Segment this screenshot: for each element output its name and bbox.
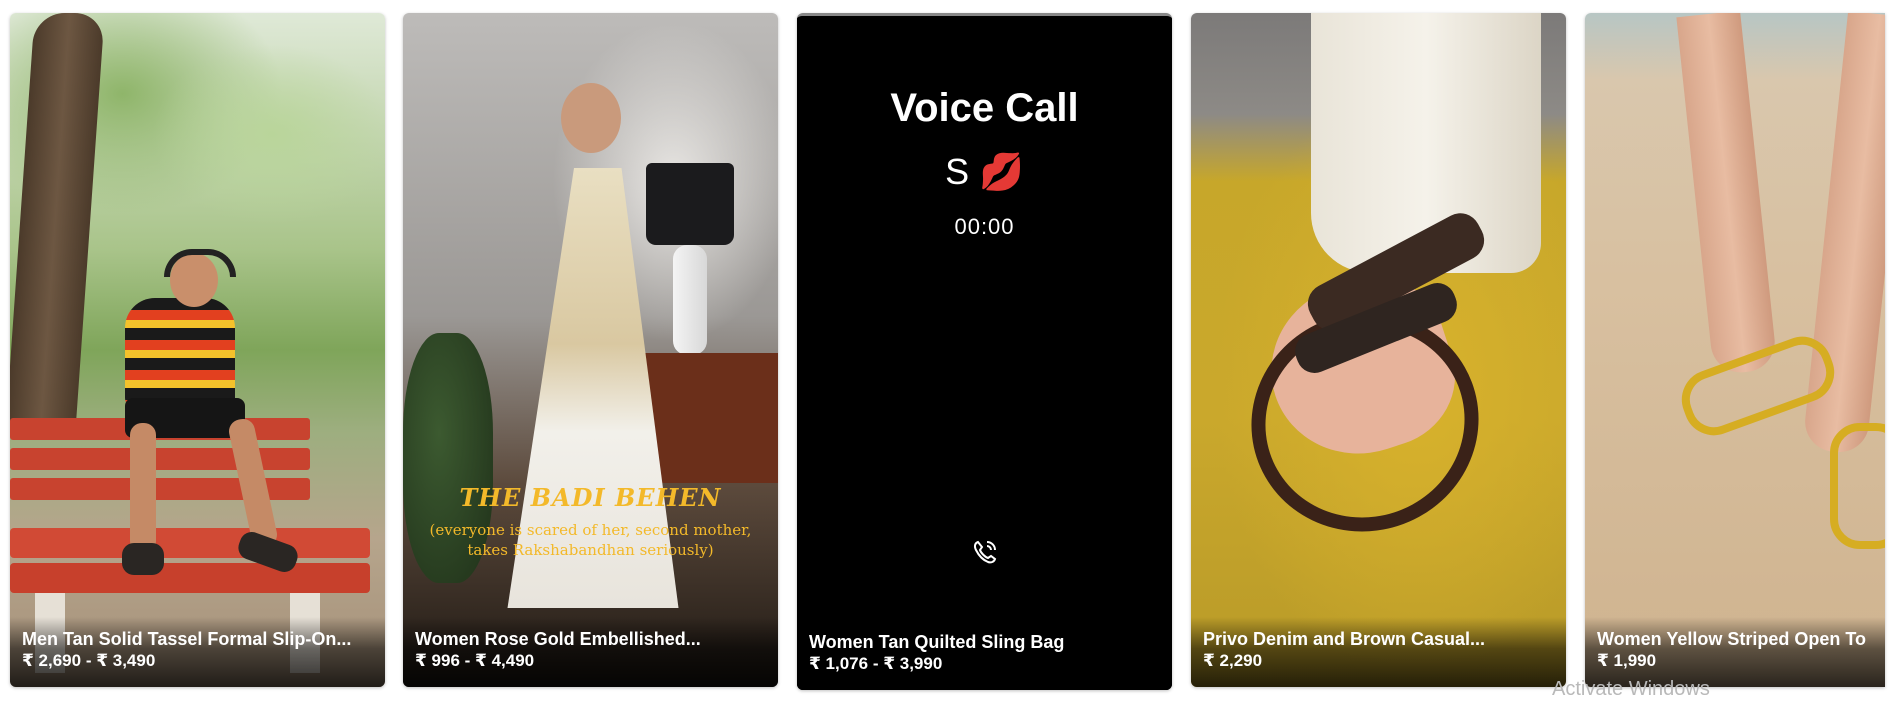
product-card-women-yellow-striped[interactable]: Women Yellow Striped Open To ₹ 1,990 [1585, 13, 1885, 687]
product-title: Privo Denim and Brown Casual... [1203, 629, 1486, 649]
slipper-shape [122, 543, 164, 575]
tree-trunk-shape [10, 13, 105, 433]
person-head-shape [561, 83, 621, 153]
product-title: Women Rose Gold Embellished... [415, 629, 701, 649]
activate-windows-watermark: Activate Windows [1552, 678, 1710, 700]
product-video-thumbnail: THE BADI BEHEN (everyone is scared of he… [403, 13, 778, 687]
product-price: ₹ 996 - ₹ 4,490 [415, 651, 535, 670]
headphones-icon [164, 249, 236, 277]
product-video-thumbnail [1585, 13, 1885, 687]
product-price: ₹ 2,690 - ₹ 3,490 [22, 651, 156, 670]
product-price: ₹ 1,990 [1597, 651, 1657, 670]
bench-seat-shape [10, 528, 370, 558]
person-leg-shape [1676, 13, 1778, 376]
product-price: ₹ 1,076 - ₹ 3,990 [809, 654, 943, 673]
video-overlay-headline: THE BADI BEHEN [459, 483, 722, 512]
product-video-thumbnail [10, 13, 385, 687]
product-card-men-slip-on[interactable]: Men Tan Solid Tassel Formal Slip-On... ₹… [10, 13, 385, 687]
product-title: Women Tan Quilted Sling Bag [809, 632, 1065, 652]
product-video-thumbnail [1191, 13, 1566, 687]
person-shirt-shape [125, 298, 235, 408]
call-title: Voice Call [890, 86, 1079, 130]
product-card-women-rose-gold[interactable]: THE BADI BEHEN (everyone is scared of he… [403, 13, 778, 687]
product-title: Women Yellow Striped Open To [1597, 629, 1867, 649]
bench-seat-shape [10, 563, 370, 593]
lamp-base-shape [673, 245, 707, 355]
product-video-thumbnail: Voice Call S 💋 00:00 [797, 16, 1172, 690]
call-timer: 00:00 [954, 214, 1015, 239]
phone-call-icon [969, 536, 1001, 568]
product-video-carousel: Men Tan Solid Tassel Formal Slip-On... ₹… [0, 0, 1896, 695]
product-title: Men Tan Solid Tassel Formal Slip-On... [22, 629, 352, 649]
video-overlay-subtitle: (everyone is scared of her, second mothe… [429, 521, 752, 559]
bench-back-shape [10, 448, 310, 470]
product-price: ₹ 2,290 [1203, 651, 1263, 670]
sandal-strap-shape [1830, 423, 1885, 549]
person-leg-shape [130, 423, 156, 553]
product-card-women-sling-bag[interactable]: Voice Call S 💋 00:00 Women Tan Quilted S… [797, 13, 1172, 690]
cabinet-shape [643, 353, 778, 483]
product-card-privo-casual[interactable]: Privo Denim and Brown Casual... ₹ 2,290 [1191, 13, 1566, 687]
caller-name: S 💋 [945, 151, 1024, 192]
lamp-shade-shape [646, 163, 734, 245]
